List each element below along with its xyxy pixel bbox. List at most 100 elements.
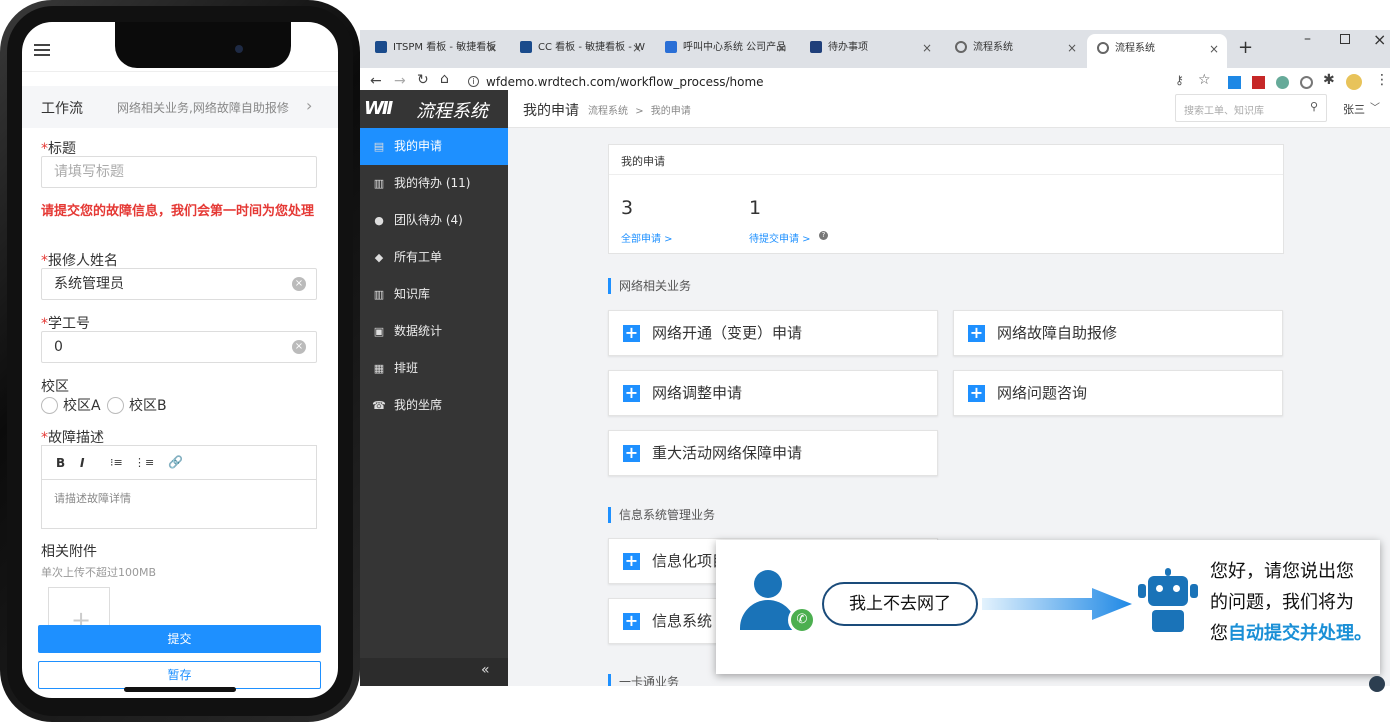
sidebar-collapse-bar: « <box>360 658 508 686</box>
app-logo[interactable]: WII 流程系统 <box>360 90 508 128</box>
back-icon[interactable]: ← <box>370 73 382 89</box>
puzzle-icon[interactable]: ✱ <box>1323 72 1335 88</box>
close-icon[interactable]: × <box>777 30 787 66</box>
link-icon[interactable]: 🔗 <box>168 455 183 469</box>
collapse-icon[interactable]: « <box>481 662 490 678</box>
plus-icon: + <box>623 323 640 342</box>
robot-icon <box>1136 568 1200 636</box>
url-text[interactable]: wfdemo.wrdtech.com/workflow_process/home <box>486 75 764 89</box>
close-window-button[interactable]: × <box>1373 30 1386 49</box>
chevron-down-icon[interactable]: ﹀ <box>1370 99 1380 114</box>
camera-icon <box>235 45 243 53</box>
editor-toolbar: B I ⁝≡ ⋮≡ 🔗 <box>42 446 316 480</box>
bullet-list-icon[interactable]: ⋮≡ <box>134 456 154 469</box>
service-card-label: 网络调整申请 <box>652 384 743 402</box>
minimize-button[interactable]: – <box>1304 31 1311 47</box>
sidebar-item-team-todo[interactable]: ● 团队待办 (4) <box>360 202 508 239</box>
clear-icon[interactable]: × <box>292 277 306 291</box>
jira-icon <box>520 41 532 53</box>
star-icon[interactable]: ☆ <box>1198 72 1211 88</box>
key-icon[interactable]: ⚷ <box>1175 73 1184 87</box>
clipboard-icon: ▥ <box>373 177 385 190</box>
extension-icon[interactable] <box>1276 76 1289 89</box>
pending-requests-link[interactable]: 待提交申请 > <box>749 230 811 245</box>
title-input[interactable]: 请填写标题 <box>41 156 317 188</box>
attach-label: 相关附件 <box>41 544 97 560</box>
campus-radio-b[interactable]: 校区B <box>107 395 167 415</box>
workflow-row[interactable]: 工作流 网络相关业务,网络故障自助报修 › <box>22 86 338 128</box>
notice-text: 请提交您的故障信息，我们会第一时间为您处理 <box>41 204 315 219</box>
sidebar-item-my-todo[interactable]: ▥ 我的待办 (11) <box>360 165 508 202</box>
sidebar-item-all-tickets[interactable]: ◆ 所有工单 <box>360 239 508 276</box>
attach-hint: 单次上传不超过100MB <box>41 566 157 579</box>
section-title-network: 网络相关业务 <box>608 278 691 294</box>
info-icon[interactable]: i <box>468 76 479 87</box>
desc-placeholder[interactable]: 请描述故障详情 <box>54 490 131 506</box>
service-card[interactable]: + 重大活动网络保障申请 <box>608 430 938 476</box>
save-draft-button[interactable]: 暂存 <box>38 661 321 689</box>
breadcrumb: 流程系统 > 我的申请 <box>588 102 691 117</box>
submit-button[interactable]: 提交 <box>38 625 321 653</box>
globe-icon <box>955 41 967 53</box>
student-id-label: *学工号 <box>41 316 90 332</box>
desc-editor: B I ⁝≡ ⋮≡ 🔗 请描述故障详情 <box>41 445 317 529</box>
jira-icon <box>375 41 387 53</box>
pending-count: 1 <box>749 197 762 219</box>
close-icon[interactable]: × <box>922 30 932 66</box>
campus-option-a-label: 校区A <box>63 398 101 414</box>
service-card[interactable]: + 网络开通（变更）申请 <box>608 310 938 356</box>
browser-tab[interactable]: 流程系统 × <box>945 30 1085 68</box>
maximize-button[interactable] <box>1340 34 1350 44</box>
breadcrumb-item[interactable]: 流程系统 <box>588 106 628 117</box>
reload-icon[interactable]: ↻ <box>417 72 429 88</box>
extension-icon[interactable] <box>1300 76 1313 89</box>
sidebar-item-my-requests[interactable]: ▤ 我的申请 <box>360 128 508 165</box>
section-title-info-system: 信息系统管理业务 <box>608 507 715 523</box>
globe-icon <box>1097 42 1109 54</box>
search-input[interactable]: 搜索工单、知识库 ⚲ <box>1175 94 1327 122</box>
all-requests-link[interactable]: 全部申请 > <box>621 230 673 245</box>
browser-tab[interactable]: CC 看板 - 敏捷看板 - W × <box>510 30 650 68</box>
sidebar-item-schedule[interactable]: ▦ 排班 <box>360 350 508 387</box>
browser-tab-active[interactable]: 流程系统 × <box>1087 34 1227 68</box>
close-icon[interactable]: × <box>1209 34 1219 64</box>
sidebar-item-statistics[interactable]: ▣ 数据统计 <box>360 313 508 350</box>
sidebar-item-knowledge-base[interactable]: ▥ 知识库 <box>360 276 508 313</box>
pdf-icon[interactable] <box>1252 76 1265 89</box>
help-icon[interactable]: ? <box>819 231 828 240</box>
close-icon[interactable]: × <box>632 30 642 66</box>
italic-icon[interactable]: I <box>80 456 84 470</box>
bot-line: 您自动提交并处理。 <box>1210 623 1372 644</box>
home-icon[interactable]: ⌂ <box>440 71 449 87</box>
service-card[interactable]: + 网络故障自助报修 <box>953 310 1283 356</box>
close-icon[interactable]: × <box>1067 30 1077 66</box>
user-menu[interactable]: 张三 <box>1343 101 1365 117</box>
clear-icon[interactable]: × <box>292 340 306 354</box>
service-card[interactable]: + 网络调整申请 <box>608 370 938 416</box>
reporter-input[interactable]: 系统管理员 × <box>41 268 317 300</box>
browser-tab[interactable]: 呼叫中心系统 公司产品 × <box>655 30 795 68</box>
browser-tab[interactable]: 待办事项 × <box>800 30 940 68</box>
service-card[interactable]: + 网络问题咨询 <box>953 370 1283 416</box>
forward-icon[interactable]: → <box>394 73 406 89</box>
bold-icon[interactable]: B <box>56 456 65 470</box>
new-tab-button[interactable]: + <box>1238 37 1253 58</box>
scroll-top-button[interactable] <box>1369 676 1385 692</box>
campus-option-b-label: 校区B <box>129 398 167 414</box>
extension-icon[interactable] <box>1228 76 1241 89</box>
chevron-right-icon: › <box>306 96 313 115</box>
browser-tab[interactable]: ITSPM 看板 - 敏捷看板 × <box>365 30 505 68</box>
menu-dots-icon[interactable]: ⋮ <box>1375 72 1389 88</box>
todo-icon <box>810 41 822 53</box>
campus-radio-a[interactable]: 校区A <box>41 395 101 415</box>
phone-notch <box>115 22 291 68</box>
close-icon[interactable]: × <box>487 30 497 66</box>
profile-avatar[interactable] <box>1346 74 1362 90</box>
sidebar-item-my-seat[interactable]: ☎ 我的坐席 <box>360 387 508 424</box>
plus-icon: + <box>623 443 640 462</box>
ordered-list-icon[interactable]: ⁝≡ <box>110 456 123 469</box>
workflow-label: 工作流 <box>41 101 83 117</box>
phone-screen: 创建工单 工作流 网络相关业务,网络故障自助报修 › *标题 请填写标题 请提交… <box>22 22 338 698</box>
student-id-input[interactable]: 0 × <box>41 331 317 363</box>
search-icon[interactable]: ⚲ <box>1310 100 1318 113</box>
